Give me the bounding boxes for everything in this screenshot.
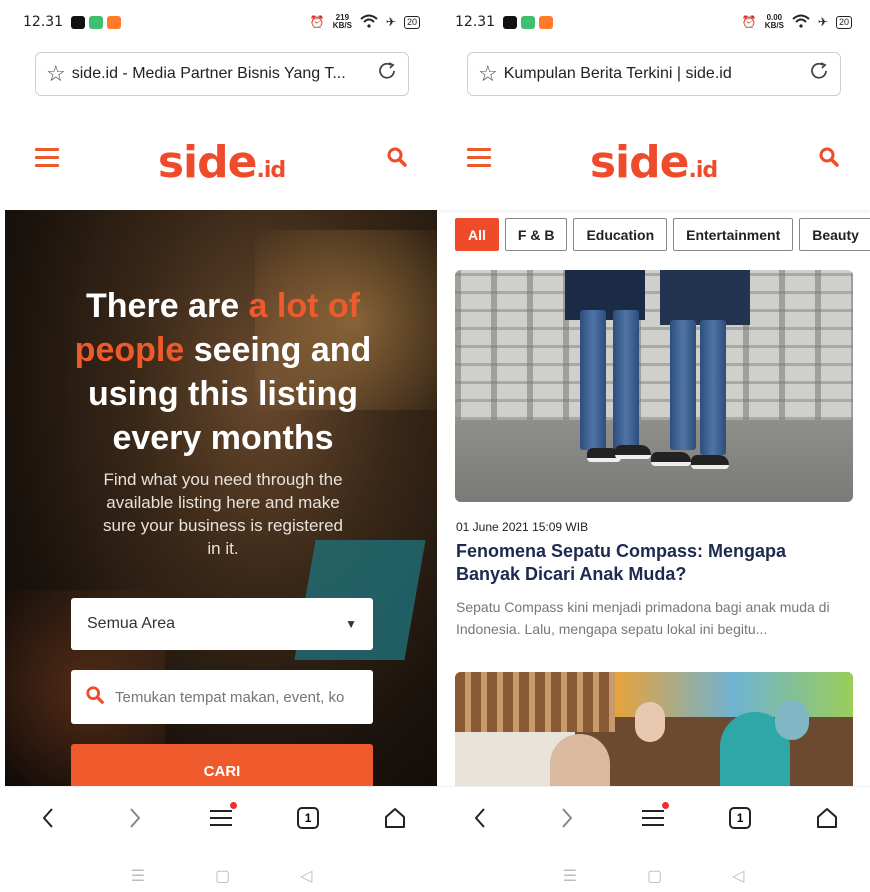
article-date: 01 June 2021 15:09 WIB (456, 520, 589, 534)
wifi-icon (792, 14, 810, 31)
home-button[interactable] (375, 798, 415, 838)
reload-icon[interactable] (376, 60, 398, 88)
status-bar: 12.31 ⏰ 219 KB/S ✈ 20 (5, 0, 438, 44)
site-header: side.id (437, 114, 870, 210)
home-icon[interactable]: ▢ (647, 866, 662, 886)
app-notification-icon (89, 15, 104, 29)
recents-icon[interactable]: ☰ (131, 866, 145, 886)
battery-icon: 20 (403, 15, 420, 29)
browser-nav-bar: 1 (5, 786, 438, 848)
article-image[interactable] (455, 270, 853, 502)
category-tags: All F & B Education Entertainment Beauty (455, 218, 870, 251)
tag-all[interactable]: All (455, 218, 499, 251)
status-time: 12.31 (455, 14, 496, 30)
airplane-mode-icon: ✈ (817, 15, 828, 29)
tag-fnb[interactable]: F & B (504, 218, 568, 251)
tag-education[interactable]: Education (573, 218, 668, 251)
bookmark-star-icon[interactable]: ☆ (478, 61, 498, 87)
search-icon (85, 685, 105, 710)
notification-dot (662, 801, 670, 809)
right-phone-screen: 12.31 ⏰ 0.00 KB/S ✈ 20 ☆ Kumpulan Berita … (437, 0, 870, 892)
battery-icon: 20 (835, 15, 852, 29)
article-image[interactable] (455, 672, 853, 792)
logo-suffix: .id (688, 157, 718, 183)
search-input[interactable] (115, 688, 359, 706)
speed-unit: KB/S (332, 21, 352, 30)
logo-main: side (589, 136, 690, 188)
hero-title-part1: There are (86, 287, 249, 325)
home-icon[interactable]: ▢ (215, 866, 230, 886)
search-submit-button[interactable]: CARI (71, 744, 373, 786)
left-phone-screen: 12.31 ⏰ 219 KB/S ✈ 20 ☆ side.id - Media P… (5, 0, 438, 892)
hamburger-menu-icon[interactable] (467, 148, 491, 168)
notification-dot (230, 801, 238, 809)
back-icon[interactable]: ◁ (732, 866, 744, 886)
system-nav-bar: ☰ ▢ ◁ (5, 860, 438, 892)
area-select[interactable]: Semua Area ▼ (71, 598, 373, 650)
youtube-notification-icon (71, 15, 86, 29)
article-title[interactable]: Fenomena Sepatu Compass: Mengapa Banyak … (456, 540, 846, 586)
home-button[interactable] (807, 798, 847, 838)
hero-subtitle: Find what you need through the available… (102, 470, 343, 558)
app-notification-icon (539, 15, 554, 29)
forward-button[interactable] (547, 798, 587, 838)
tabs-button[interactable]: 1 (720, 798, 760, 838)
forward-button[interactable] (115, 798, 155, 838)
hero-banner: There are a lot of people seeing and usi… (5, 210, 438, 786)
back-button[interactable] (28, 798, 68, 838)
dropdown-caret-icon: ▼ (345, 617, 357, 631)
recents-icon[interactable]: ☰ (563, 866, 577, 886)
hero-title: There are a lot of people seeing and usi… (55, 284, 391, 460)
reload-icon[interactable] (808, 60, 830, 88)
site-header: side.id (5, 114, 438, 210)
status-bar: 12.31 ⏰ 0.00 KB/S ✈ 20 (437, 0, 870, 44)
tag-entertainment[interactable]: Entertainment (673, 218, 794, 251)
network-speed: 0.00 KB/S (765, 14, 784, 30)
page-title: Kumpulan Berita Terkini | side.id (503, 65, 732, 82)
address-bar[interactable]: ☆ Kumpulan Berita Terkini | side.id (467, 52, 841, 96)
alarm-icon: ⏰ (741, 15, 757, 29)
back-icon[interactable]: ◁ (300, 866, 312, 886)
article-excerpt: Sepatu Compass kini menjadi primadona ba… (456, 599, 830, 637)
area-select-value: Semua Area (87, 615, 176, 632)
bookmark-star-icon[interactable]: ☆ (46, 61, 66, 87)
airplane-mode-icon: ✈ (385, 15, 396, 29)
tab-count: 1 (297, 806, 320, 829)
status-time: 12.31 (23, 14, 64, 30)
site-logo[interactable]: side.id (157, 136, 286, 188)
search-icon[interactable] (386, 146, 408, 168)
search-field[interactable] (71, 670, 373, 724)
speed-unit: KB/S (764, 21, 784, 30)
address-bar[interactable]: ☆ side.id - Media Partner Bisnis Yang T.… (35, 52, 409, 96)
tab-count: 1 (729, 806, 752, 829)
site-logo[interactable]: side.id (589, 136, 718, 188)
youtube-notification-icon (503, 15, 518, 29)
wifi-icon (360, 14, 378, 31)
back-button[interactable] (460, 798, 500, 838)
tabs-button[interactable]: 1 (288, 798, 328, 838)
network-speed: 219 KB/S (333, 14, 352, 30)
page-title: side.id - Media Partner Bisnis Yang T... (71, 65, 346, 82)
app-notification-icon (107, 15, 122, 29)
tag-beauty[interactable]: Beauty (799, 218, 870, 251)
search-icon[interactable] (818, 146, 840, 168)
app-notification-icon (521, 15, 536, 29)
system-nav-bar: ☰ ▢ ◁ (437, 860, 870, 892)
menu-button[interactable] (633, 798, 673, 838)
browser-nav-bar: 1 (437, 786, 870, 848)
alarm-icon: ⏰ (309, 15, 325, 29)
logo-main: side (157, 136, 258, 188)
hamburger-menu-icon[interactable] (35, 148, 59, 168)
logo-suffix: .id (256, 157, 286, 183)
menu-button[interactable] (201, 798, 241, 838)
